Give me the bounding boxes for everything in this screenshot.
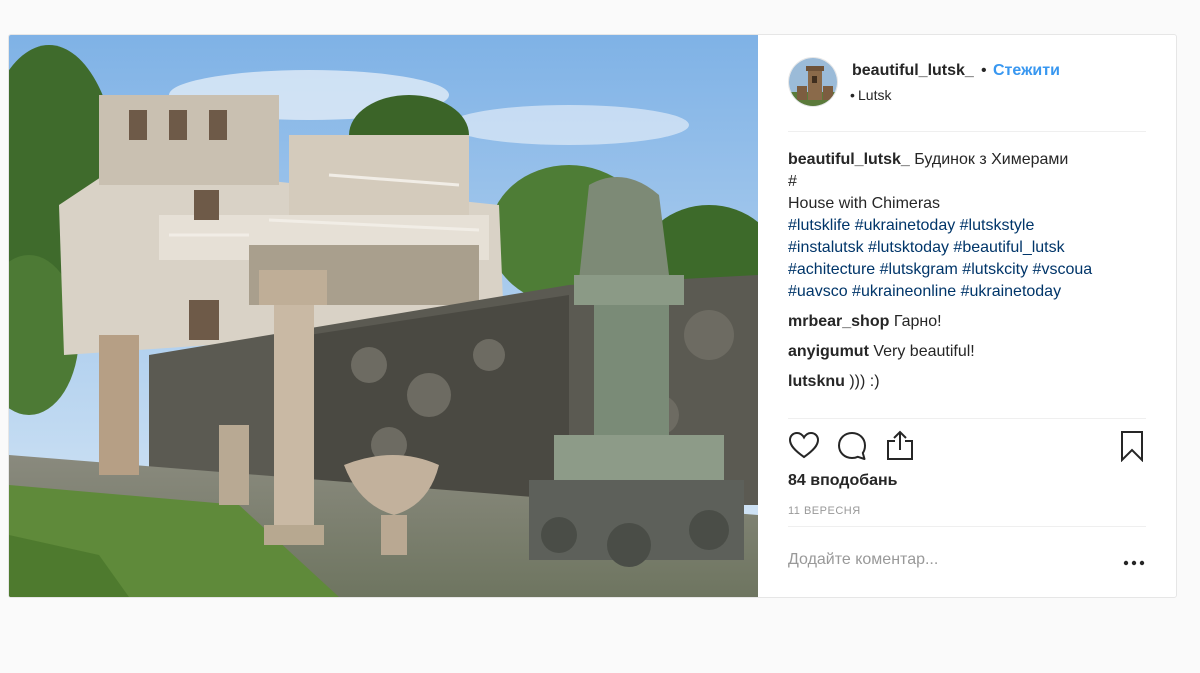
- house-with-chimeras-photo: [9, 35, 758, 597]
- more-options-button[interactable]: [1122, 553, 1146, 573]
- caption-title: Будинок з Химерами: [914, 151, 1069, 168]
- more-dots-icon: [1123, 560, 1145, 566]
- comment-item: lutsknu ))) :): [788, 371, 1156, 393]
- location-link[interactable]: Lutsk: [858, 87, 891, 103]
- add-comment-input[interactable]: [788, 551, 1088, 569]
- likes-count[interactable]: 84 вподобань: [788, 472, 898, 490]
- hashtag-line[interactable]: #achitecture #lutskgram #lutskcity #vsco…: [788, 259, 1156, 281]
- author-username[interactable]: beautiful_lutsk_: [852, 62, 974, 80]
- avatar-tower-image: [789, 58, 837, 106]
- comment-bubble-icon: [838, 432, 866, 460]
- caption-hash: #: [788, 173, 797, 190]
- post-side-panel: beautiful_lutsk_ • Стежити • Lutsk beaut…: [758, 35, 1176, 597]
- comment-text: Very beautiful!: [873, 343, 975, 360]
- comment-text: ))) :): [849, 373, 880, 390]
- comment-item: mrbear_shop Гарно!: [788, 311, 1156, 333]
- heart-icon: [788, 431, 820, 459]
- hashtag-line[interactable]: #uavsco #ukraineonline #ukrainetoday: [788, 281, 1156, 303]
- comment-text: Гарно!: [893, 313, 942, 330]
- post-date[interactable]: 11 ВЕРЕСНЯ: [788, 505, 861, 517]
- add-comment-divider: [788, 526, 1146, 527]
- save-button[interactable]: [1116, 430, 1148, 463]
- bookmark-icon: [1121, 431, 1143, 463]
- author-avatar[interactable]: [788, 57, 838, 107]
- comment-button[interactable]: [836, 430, 868, 462]
- post-card: beautiful_lutsk_ • Стежити • Lutsk beaut…: [8, 34, 1177, 598]
- comment-username[interactable]: mrbear_shop: [788, 313, 889, 330]
- hashtag-line[interactable]: #instalutsk #lutsktoday #beautiful_lutsk: [788, 237, 1156, 259]
- follow-button[interactable]: Стежити: [993, 62, 1060, 80]
- caption-username[interactable]: beautiful_lutsk_: [788, 151, 910, 168]
- comment-item: anyigumut Very beautiful!: [788, 341, 1156, 363]
- location-separator: •: [850, 87, 855, 103]
- comments-section: beautiful_lutsk_ Будинок з Химерами # Ho…: [788, 149, 1156, 393]
- caption-subtitle: House with Chimeras: [788, 195, 941, 212]
- like-button[interactable]: [788, 430, 820, 462]
- comment-username[interactable]: lutsknu: [788, 373, 845, 390]
- header-separator: •: [981, 62, 987, 79]
- share-icon: [887, 430, 913, 460]
- caption-first-line: beautiful_lutsk_ Будинок з Химерами: [788, 149, 1156, 171]
- actions-divider: [788, 418, 1146, 419]
- post-photo[interactable]: [9, 35, 758, 597]
- share-button[interactable]: [884, 430, 916, 462]
- post-header: beautiful_lutsk_ • Стежити • Lutsk: [788, 57, 1146, 132]
- hashtag-line[interactable]: #lutsklife #ukrainetoday #lutskstyle: [788, 215, 1156, 237]
- action-bar: [788, 430, 1148, 463]
- comment-username[interactable]: anyigumut: [788, 343, 869, 360]
